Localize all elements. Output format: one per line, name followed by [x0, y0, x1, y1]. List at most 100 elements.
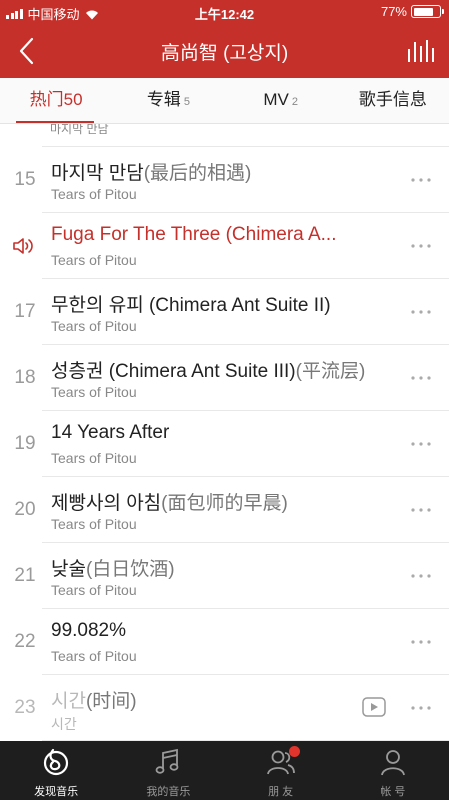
song-title: 14 Years After: [51, 422, 169, 444]
more-options-button[interactable]: [409, 501, 433, 519]
song-artist: Tears of Pitou: [51, 450, 137, 466]
song-index: 15: [14, 169, 36, 190]
song-artist: Tears of Pitou: [51, 648, 137, 664]
nav-my-music[interactable]: 我的音乐: [112, 741, 224, 800]
song-title-text: Fuga For The Three (Chimera A...: [51, 224, 337, 245]
song-title: Fuga For The Three (Chimera A...: [51, 224, 336, 246]
song-alias: (时间): [85, 691, 137, 712]
song-index: 22: [14, 631, 36, 652]
song-artist: Tears of Pitou: [51, 252, 137, 268]
nav-label: 朋 友: [268, 786, 294, 798]
top-bar: 中国移动 上午12:42 77% 高尚智 (고상지): [0, 0, 449, 78]
song-title-text: 시간: [51, 691, 86, 712]
nav-account[interactable]: 帐 号: [337, 741, 449, 800]
tab-label: MV: [263, 90, 289, 109]
user-icon: [380, 750, 405, 776]
song-row[interactable]: 17 무한의 유피 (Chimera Ant Suite II) Tears of …: [0, 279, 449, 345]
song-artist: Tears of Pitou: [51, 186, 137, 202]
song-title: 제빵사의 아침(面包师的早晨): [51, 488, 288, 515]
song-title-text: 성층권 (Chimera Ant Suite III): [51, 361, 296, 382]
nav-label: 发现音乐: [34, 786, 79, 798]
song-title-text: 14 Years After: [51, 422, 170, 443]
song-row[interactable]: 18 성층권 (Chimera Ant Suite III)(平流层) Tears …: [0, 345, 449, 411]
bottom-nav: 发现音乐 我的音乐 朋 友 帐 号: [0, 741, 449, 800]
tab-mv[interactable]: MV 2: [225, 78, 337, 123]
song-row[interactable]: 15 마지막 만담(最后的相遇) Tears of Pitou: [0, 147, 449, 213]
song-row[interactable]: 22 99.082% Tears of Pitou: [0, 609, 449, 675]
song-title-text: 낮술: [51, 559, 86, 580]
more-dots-icon: [411, 244, 431, 248]
nav-label: 我的音乐: [146, 786, 191, 798]
song-row[interactable]: 20 제빵사의 아침(面包师的早晨) Tears of Pitou: [0, 477, 449, 543]
song-alias: (最后的相遇): [143, 163, 252, 184]
song-artist: Tears of Pitou: [51, 582, 137, 598]
song-title: 마지막 만담(最后的相遇): [51, 158, 251, 185]
more-options-button[interactable]: [409, 435, 433, 453]
header: 高尚智 (고상지): [0, 24, 449, 78]
song-title: 99.082%: [51, 620, 126, 642]
more-dots-icon: [411, 442, 431, 446]
song-title: 무한의 유피 (Chimera Ant Suite II): [51, 290, 331, 317]
more-options-button[interactable]: [409, 303, 433, 321]
song-index: 23: [14, 697, 36, 718]
more-options-button[interactable]: [409, 237, 433, 255]
more-options-button[interactable]: [409, 369, 433, 387]
more-dots-icon: [411, 178, 431, 182]
nav-label: 帐 号: [380, 786, 406, 798]
song-title-text: 마지막 만담: [51, 163, 144, 184]
song-alias: (白日饮酒): [85, 559, 175, 580]
song-index: 20: [14, 499, 36, 520]
tab-artist-info[interactable]: 歌手信息: [337, 78, 449, 123]
more-dots-icon: [411, 640, 431, 644]
song-alias: (面包师的早晨): [161, 493, 288, 514]
music-note-icon: [155, 748, 179, 774]
song-title-text: 99.082%: [51, 620, 127, 641]
netease-logo-icon: [44, 748, 69, 776]
song-row[interactable]: Fuga For The Three (Chimera A... Tears of…: [0, 213, 449, 279]
tab-count: 2: [291, 96, 298, 108]
mv-play-icon[interactable]: [361, 696, 387, 718]
tab-top50[interactable]: 热门50: [0, 78, 112, 123]
bars-icon: [408, 40, 434, 62]
battery-icon: [411, 5, 444, 18]
song-index: 17: [14, 301, 36, 322]
more-options-button[interactable]: [409, 171, 433, 189]
more-dots-icon: [411, 310, 431, 314]
now-playing-button[interactable]: [407, 38, 435, 64]
song-list[interactable]: 마지막 만남 15 마지막 만담(最后的相遇) Tears of Pitou Fuga…: [0, 124, 449, 741]
song-alias: (平流层): [295, 361, 366, 382]
song-row[interactable]: 23 시간(时间) 시간: [0, 675, 449, 741]
song-artist: Tears of Pitou: [51, 318, 137, 334]
more-options-button[interactable]: [409, 699, 433, 717]
nav-friends[interactable]: 朋 友: [225, 741, 337, 800]
song-row[interactable]: 19 14 Years After Tears of Pitou: [0, 411, 449, 477]
page-title: 高尚智 (고상지): [160, 43, 289, 64]
more-options-button[interactable]: [409, 567, 433, 585]
song-artist: Tears of Pitou: [51, 384, 137, 400]
song-title-text: 제빵사의 아침: [51, 493, 162, 514]
status-bar: 中国移动 上午12:42 77%: [0, 0, 449, 24]
tab-albums[interactable]: 专辑 5: [112, 78, 224, 123]
more-dots-icon: [411, 574, 431, 578]
song-index: 21: [14, 565, 36, 586]
song-title-text: 무한의 유피 (Chimera Ant Suite II): [51, 295, 331, 316]
song-title: 성층권 (Chimera Ant Suite III)(平流层): [51, 356, 365, 383]
song-index: 19: [14, 433, 36, 454]
more-dots-icon: [411, 706, 431, 710]
battery-percent: 77%: [380, 4, 407, 19]
song-title: 시간(时间): [51, 686, 137, 713]
tab-label: 专辑: [146, 90, 181, 109]
tab-count: 5: [183, 96, 190, 108]
tab-bar: 热门50 专辑 5 MV 2 歌手信息: [0, 78, 449, 124]
song-artist: Tears of Pitou: [51, 516, 137, 532]
tab-label: 歌手信息: [358, 90, 427, 109]
song-title: 낮술(白日饮酒): [51, 554, 175, 581]
more-dots-icon: [411, 376, 431, 380]
nav-discover[interactable]: 发现音乐: [0, 741, 112, 800]
partial-row-artist: 마지막 만남: [50, 124, 109, 136]
song-index: 18: [14, 367, 36, 388]
more-options-button[interactable]: [409, 633, 433, 651]
song-row[interactable]: 21 낮술(白日饮酒) Tears of Pitou: [0, 543, 449, 609]
speaker-icon: [13, 238, 33, 254]
tab-label: 热门50: [29, 90, 83, 109]
